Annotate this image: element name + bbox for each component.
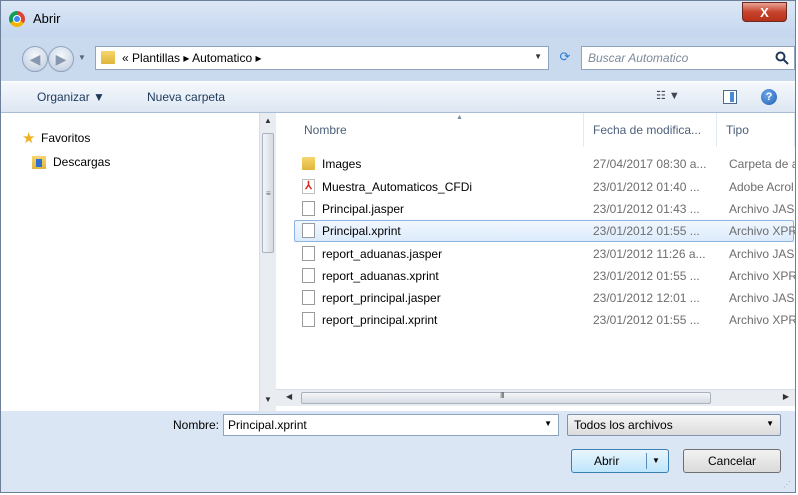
address-row: ◀ ▶ ▼ « Plantillas ▸ Automatico ▸ ▼ ⟳ Bu…: [1, 37, 795, 81]
breadcrumb-path[interactable]: Plantillas ▸ Automatico ▸: [132, 51, 261, 65]
column-header-type[interactable]: Tipo: [717, 113, 795, 147]
file-icon: [302, 246, 315, 261]
breadcrumb[interactable]: « Plantillas ▸ Automatico ▸: [122, 51, 261, 65]
nav-item-favoritos[interactable]: ★ Favoritos: [22, 131, 91, 147]
nav-vertical-scrollbar[interactable]: ▲ ≡ ▼: [259, 113, 276, 411]
new-folder-button[interactable]: Nueva carpeta: [147, 90, 225, 104]
file-row-report-aduanas-xprint[interactable]: report_aduanas.xprint 23/01/2012 01:55 .…: [294, 265, 795, 287]
scroll-right-icon[interactable]: ▶: [783, 392, 789, 401]
column-header-name[interactable]: Nombre ▲: [294, 113, 584, 147]
window-title: Abrir: [33, 11, 61, 26]
file-icon: [302, 290, 315, 305]
filename-label: Nombre:: [173, 418, 220, 432]
open-button-label: Abrir: [594, 454, 620, 468]
file-row-principal-jasper[interactable]: Principal.jasper 23/01/2012 01:43 ... Ar…: [294, 198, 795, 220]
open-options-dropdown[interactable]: ▼: [652, 456, 660, 465]
pdf-icon: ⅄: [302, 179, 315, 194]
file-list: Nombre ▲ Fecha de modifica... Tipo Images…: [276, 113, 795, 411]
split-divider: [646, 453, 647, 469]
folder-icon: [101, 51, 115, 64]
open-file-dialog: Abrir X ◀ ▶ ▼ « Plantillas ▸ Automatico …: [0, 0, 796, 493]
recent-pages-dropdown[interactable]: ▼: [78, 53, 88, 65]
close-button[interactable]: X: [742, 2, 787, 22]
file-icon: [302, 312, 315, 327]
cancel-button[interactable]: Cancelar: [683, 449, 781, 473]
sort-ascending-icon: ▲: [456, 114, 463, 121]
scroll-down-icon[interactable]: ▼: [264, 395, 272, 404]
search-input[interactable]: Buscar Automatico: [588, 51, 688, 65]
breadcrumb-overflow[interactable]: «: [122, 51, 129, 65]
downloads-folder-icon: [32, 156, 46, 169]
dialog-footer: Nombre: Principal.xprint ▼ Todos los arc…: [1, 411, 795, 492]
view-options-icon[interactable]: ☷ ▼: [656, 89, 698, 107]
filename-input[interactable]: Principal.xprint: [228, 418, 307, 432]
nav-item-label: Favoritos: [41, 131, 91, 145]
file-row-muestra[interactable]: ⅄ Muestra_Automaticos_CFDi 23/01/2012 01…: [294, 176, 794, 198]
file-row-report-principal-jasper[interactable]: report_principal.jasper 23/01/2012 12:01…: [294, 287, 795, 309]
address-dropdown-icon[interactable]: ▼: [534, 52, 542, 61]
forward-button[interactable]: ▶: [48, 46, 74, 72]
horizontal-scrollbar[interactable]: ◀ III ▶: [276, 389, 795, 406]
nav-item-descargas[interactable]: Descargas: [32, 155, 111, 169]
file-row-report-aduanas-jasper[interactable]: report_aduanas.jasper 23/01/2012 11:26 a…: [294, 243, 795, 265]
back-button[interactable]: ◀: [22, 46, 48, 72]
scroll-left-icon[interactable]: ◀: [286, 392, 292, 401]
refresh-icon[interactable]: ⟳: [554, 46, 576, 70]
column-header-date[interactable]: Fecha de modifica...: [584, 113, 717, 147]
scroll-up-icon[interactable]: ▲: [264, 116, 272, 125]
file-icon: [302, 201, 315, 216]
file-icon: [302, 223, 315, 238]
chevron-down-icon[interactable]: ▼: [766, 419, 774, 428]
scroll-thumb[interactable]: III: [301, 391, 711, 404]
address-bar[interactable]: « Plantillas ▸ Automatico ▸ ▼: [95, 46, 549, 70]
filename-combobox[interactable]: Principal.xprint ▼: [223, 414, 559, 436]
organize-button[interactable]: Organizar ▼: [37, 90, 105, 104]
scroll-thumb[interactable]: ≡: [262, 133, 274, 253]
open-button[interactable]: Abrir ▼: [571, 449, 669, 473]
file-row-principal-xprint[interactable]: Principal.xprint 23/01/2012 01:55 ... Ar…: [294, 220, 795, 242]
folder-icon: [302, 157, 315, 170]
navigation-pane: ★ Favoritos Descargas ▲ ≡ ▼: [1, 113, 276, 411]
command-bar: Organizar ▼ Nueva carpeta ☷ ▼ ?: [1, 81, 795, 113]
help-icon[interactable]: ?: [761, 89, 777, 105]
title-bar: Abrir X: [1, 1, 795, 37]
file-row-images[interactable]: Images 27/04/2017 08:30 a... Carpeta de …: [294, 153, 795, 175]
nav-item-label: Descargas: [53, 155, 111, 169]
search-icon[interactable]: [774, 50, 790, 66]
star-icon: ★: [22, 130, 36, 147]
file-row-report-principal-xprint[interactable]: report_principal.xprint 23/01/2012 01:55…: [294, 309, 795, 331]
chevron-down-icon[interactable]: ▼: [544, 419, 552, 428]
chrome-icon: [9, 11, 25, 27]
filetype-select[interactable]: Todos los archivos ▼: [567, 414, 781, 436]
resize-grip-icon[interactable]: ⋰: [783, 480, 791, 489]
file-icon: [302, 268, 315, 283]
filetype-value: Todos los archivos: [574, 418, 673, 432]
preview-pane-icon[interactable]: [723, 90, 737, 104]
search-box[interactable]: Buscar Automatico: [581, 46, 795, 70]
